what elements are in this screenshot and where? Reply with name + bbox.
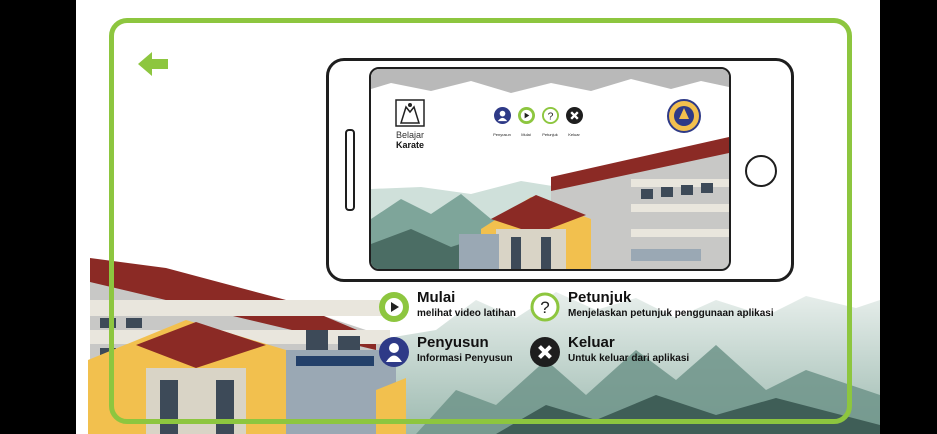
close-icon [530,337,560,367]
legend-mulai-desc: melihat video latihan [417,308,516,319]
mini-keluar-button: Keluar [563,107,585,137]
back-button[interactable] [136,50,170,78]
mini-petunjuk-label: Petunjuk [542,132,558,137]
play-icon [517,107,535,124]
legend-mulai-title: Mulai [417,289,456,306]
mini-app-title-line1: Belajar [396,130,425,140]
phone-home-button [745,155,777,187]
legend-keluar-title: Keluar [568,334,615,351]
phone-side-button [345,129,355,211]
svg-text:?: ? [547,111,553,122]
mini-petunjuk-button: ? Petunjuk [539,107,561,137]
question-icon: ? [530,292,560,322]
app-stage: Belajar Karate Penyusun Mulai ? Petunjuk… [76,0,880,434]
arrow-left-icon [138,52,168,76]
legend-penyusun-title: Penyusun [417,334,489,351]
legend-penyusun-desc: Informasi Penyusun [417,353,513,364]
mini-app-title-line2: Karate [396,140,425,150]
play-icon [379,292,409,322]
person-icon [379,337,409,367]
phone-screen: Belajar Karate Penyusun Mulai ? Petunjuk… [369,67,731,271]
mini-keluar-label: Keluar [568,132,580,137]
legend-keluar-desc: Untuk keluar dari aplikasi [568,353,690,364]
mini-mulai-label: Mulai [521,132,531,137]
mini-penyusun-label: Penyusun [493,132,511,137]
person-icon [493,107,511,124]
question-icon: ? [541,107,559,124]
karate-logo-icon [395,99,425,127]
phone-illustration: Belajar Karate Penyusun Mulai ? Petunjuk… [326,58,794,282]
mini-penyusun-button: Penyusun [491,107,513,137]
legend-petunjuk-desc: Menjelaskan petunjuk penggunaan aplikasi [568,308,774,319]
university-emblem-icon [667,99,701,133]
legend-petunjuk-title: Petunjuk [568,289,632,306]
svg-text:?: ? [540,298,549,317]
mini-mulai-button: Mulai [515,107,537,137]
close-icon [565,107,583,124]
